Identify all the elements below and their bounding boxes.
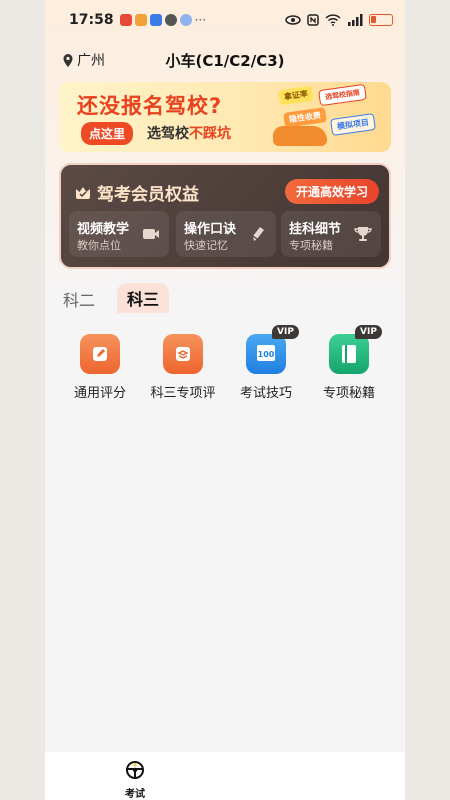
trophy-icon xyxy=(354,227,372,241)
wifi-icon xyxy=(325,14,341,26)
tab-subject-two[interactable]: 科二 xyxy=(63,287,95,311)
feature-grid: 通用评分 科三专项评 100 VIP 考试技巧 VIP 专项秘籍 xyxy=(59,325,391,410)
mail-icon xyxy=(149,14,162,26)
nfc-icon xyxy=(307,14,319,26)
vip-feature-tips[interactable]: 操作口诀 快速记忆 xyxy=(176,211,276,257)
vip-title-text: 驾考会员权益 xyxy=(97,185,199,205)
vip-badge: VIP xyxy=(272,325,299,339)
grid-item-label: 通用评分 xyxy=(73,386,126,401)
svg-text:100: 100 xyxy=(258,350,275,359)
status-bar: 17:58 ··· xyxy=(45,0,405,40)
steering-wheel-icon xyxy=(126,761,144,779)
feature-subtitle: 教你点位 xyxy=(77,239,121,252)
banner-title: 还没报名驾校? xyxy=(77,94,223,118)
tab-subject-three[interactable]: 科三 xyxy=(117,283,170,313)
app-notification-icon xyxy=(179,14,192,26)
grid-item-subject-three-eval[interactable]: 科三专项评 xyxy=(142,330,222,410)
vip-benefits-card: 驾考会员权益 开通高效学习 视频教学 教你点位 操作口诀 快速记忆 挂科细节 专… xyxy=(59,163,391,269)
more-dots-icon: ··· xyxy=(194,13,207,27)
vip-badge: VIP xyxy=(355,325,382,339)
notebook-icon xyxy=(329,334,369,374)
banner-tag: 隐性收费 xyxy=(283,107,327,128)
grid-item-exam-tips[interactable]: 100 VIP 考试技巧 xyxy=(225,325,305,410)
banner-tag: 拿证率 xyxy=(278,85,314,106)
grid-item-label: 专项秘籍 xyxy=(322,386,375,401)
car-type-selector[interactable]: 小车(C1/C2/C3) xyxy=(45,50,405,71)
open-vip-button[interactable]: 开通高效学习 xyxy=(284,179,379,204)
app-notification-icon xyxy=(134,14,147,26)
feature-title: 视频教学 xyxy=(77,222,130,237)
app-notification-icon xyxy=(164,14,177,26)
feature-title: 挂科细节 xyxy=(289,222,342,237)
app-notification-icon xyxy=(119,14,132,26)
grid-item-label: 考试技巧 xyxy=(239,386,292,401)
layers-icon xyxy=(163,334,203,374)
pen-icon xyxy=(252,227,264,241)
vip-feature-details[interactable]: 挂科细节 专项秘籍 xyxy=(281,211,381,257)
banner-subtitle: 选驾校不踩坑 xyxy=(147,123,231,143)
vip-title: 驾考会员权益 xyxy=(75,180,199,205)
feature-subtitle: 快速记忆 xyxy=(184,239,228,252)
battery-icon xyxy=(369,14,393,26)
edit-doc-icon xyxy=(80,334,120,374)
eye-icon xyxy=(285,15,301,25)
driving-school-banner[interactable]: 还没报名驾校? 点这里 选驾校不踩坑 拿证率 选驾校指南 隐性收费 模拟项目 xyxy=(59,82,391,152)
grid-item-special-secrets[interactable]: VIP 专项秘籍 xyxy=(308,325,388,410)
grid-item-general-score[interactable]: 通用评分 xyxy=(59,330,139,410)
video-icon xyxy=(143,229,159,239)
subject-tabs: 科二 科三 xyxy=(59,283,259,313)
system-icons xyxy=(285,14,393,26)
feature-title: 操作口诀 xyxy=(184,222,237,237)
status-time: 17:58 xyxy=(69,12,114,28)
crown-shield-icon xyxy=(76,186,90,199)
signal-icon xyxy=(348,14,363,26)
grid-item-label: 科三专项评 xyxy=(150,386,216,401)
banner-subtitle-accent: 不踩坑 xyxy=(189,126,231,142)
bottom-navigation: 考试 xyxy=(45,752,405,800)
app-screen: 17:58 ··· 广州 小车(C1/C2/C3) 还没报名驾校? 点这里 选驾… xyxy=(45,0,405,800)
vip-feature-video[interactable]: 视频教学 教你点位 xyxy=(69,211,169,257)
banner-subtitle-prefix: 选驾校 xyxy=(147,126,189,142)
banner-tag: 选驾校指南 xyxy=(318,83,367,107)
nav-label: 考试 xyxy=(125,789,145,800)
banner-click-button[interactable]: 点这里 xyxy=(81,122,134,145)
nav-item-exam[interactable]: 考试 xyxy=(117,760,153,800)
car-illustration xyxy=(273,126,327,146)
banner-tag: 模拟项目 xyxy=(330,113,376,136)
feature-subtitle: 专项秘籍 xyxy=(289,239,333,252)
score-book-icon: 100 xyxy=(246,334,286,374)
notification-icons: ··· xyxy=(119,13,207,27)
top-header: 广州 小车(C1/C2/C3) xyxy=(45,44,405,74)
